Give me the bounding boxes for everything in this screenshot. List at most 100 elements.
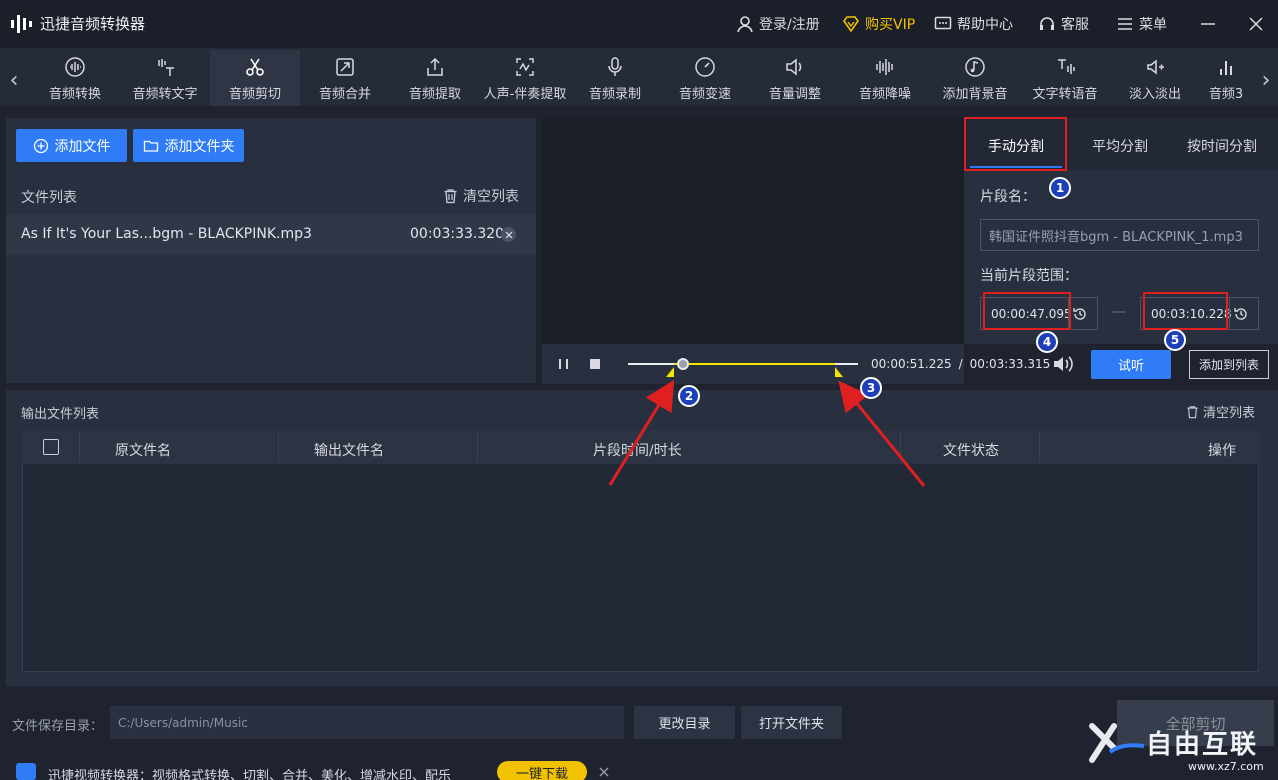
vocal-extract-icon (516, 58, 534, 76)
volume-button[interactable] (1052, 354, 1074, 374)
tool-1[interactable]: 音频转换 (30, 50, 120, 106)
promo-close-button[interactable] (598, 766, 610, 778)
volume-icon (786, 58, 802, 76)
selection-end-handle[interactable] (835, 367, 843, 377)
total-time: 00:03:33.315 (969, 357, 1051, 371)
buy-vip-button[interactable]: 购买VIP (842, 12, 915, 36)
highlight-box-range-end (1143, 292, 1228, 330)
tool-8[interactable]: 音频变速 (660, 50, 750, 106)
help-center-label: 帮助中心 (957, 17, 1013, 33)
scissors-icon (246, 58, 264, 76)
tool-14[interactable]: 音频3 (1200, 50, 1252, 106)
microphone-icon (608, 57, 622, 76)
watermark-logo-icon (1088, 722, 1148, 772)
promo-text: 迅捷视频转换器：视频格式转换、切割、合并、美化、增减水印、配乐 (48, 769, 452, 780)
tool-6[interactable]: 人声-伴奏提取 (480, 50, 570, 106)
change-dir-label: 更改目录 (658, 717, 711, 732)
pause-button[interactable] (556, 356, 572, 372)
plus-circle-icon (33, 138, 48, 153)
annotation-badge: 4 (1036, 331, 1058, 353)
add-file-label: 添加文件 (54, 138, 111, 155)
preview-area (542, 118, 964, 344)
toolbar-prev-button[interactable]: ‹ (4, 60, 24, 100)
app-title: 迅捷音频转换器 (40, 15, 146, 33)
tab-time-split-label: 按时间分割 (1187, 139, 1257, 155)
range-end-reset-button[interactable] (1232, 305, 1250, 323)
tool-7[interactable]: 音频录制 (570, 50, 660, 106)
save-dir-input[interactable]: C:/Users/admin/Music (110, 706, 624, 739)
arrow-to-start-handle (608, 380, 675, 486)
playhead-handle[interactable] (677, 358, 690, 370)
help-center-button[interactable]: 帮助中心 (934, 12, 1013, 36)
user-icon (737, 16, 753, 33)
pause-icon (559, 359, 568, 369)
close-icon (505, 231, 512, 238)
waveform-icon (65, 57, 85, 77)
add-folder-button[interactable]: 添加文件夹 (133, 129, 244, 162)
tool-13[interactable]: 淡入淡出 (1110, 50, 1200, 106)
minimize-button[interactable] (1198, 14, 1218, 34)
tool-label: 音量调整 (768, 87, 821, 102)
preview-listen-label: 试听 (1117, 359, 1144, 374)
promo-download-button[interactable]: 一键下载 (497, 761, 587, 780)
close-icon (1249, 17, 1263, 31)
tool-5[interactable]: 音频提取 (390, 50, 480, 106)
file-name: As If It's Your Las...bgm - BLACKPINK.mp… (21, 226, 312, 242)
merge-icon (336, 58, 354, 76)
tool-11[interactable]: 添加背景音 (930, 50, 1020, 106)
add-folder-label: 添加文件夹 (164, 138, 235, 155)
customer-service-button[interactable]: 客服 (1038, 12, 1089, 36)
segment-name-input[interactable]: 韩国证件照抖音bgm - BLACKPINK_1.mp3 (980, 219, 1259, 251)
menu-button[interactable]: 菜单 (1116, 12, 1167, 36)
clear-output-list-label: 清空列表 (1203, 406, 1256, 421)
current-time: 00:00:51.225 (871, 357, 952, 371)
headset-icon (1040, 17, 1054, 30)
vip-diamond-icon (843, 16, 859, 33)
annotation-badge: 3 (860, 377, 882, 399)
tool-9[interactable]: 音量调整 (750, 50, 840, 106)
login-button[interactable]: 登录/注册 (736, 12, 820, 36)
divider (79, 432, 80, 462)
stop-button[interactable] (587, 356, 603, 372)
clear-output-list-button[interactable]: 清空列表 (1186, 402, 1255, 421)
tool-10[interactable]: 音频降噪 (840, 50, 930, 106)
range-start-reset-button[interactable] (1071, 305, 1089, 323)
stop-icon (590, 359, 600, 369)
login-label: 登录/注册 (759, 17, 820, 33)
bars-icon (1220, 61, 1232, 75)
add-to-list-button[interactable]: 添加到列表 (1189, 350, 1269, 379)
close-button[interactable] (1246, 14, 1266, 34)
tool-4[interactable]: 音频合并 (300, 50, 390, 106)
speech-to-text-icon (158, 59, 174, 76)
column-file-status: 文件状态 (943, 443, 999, 459)
tool-12[interactable]: 文字转语音 (1020, 50, 1110, 106)
tool-label: 音频录制 (588, 87, 641, 102)
tab-average-split[interactable]: 平均分割 (1070, 124, 1170, 168)
remove-file-button[interactable] (501, 227, 516, 242)
preview-listen-button[interactable]: 试听 (1091, 350, 1171, 379)
history-icon (1073, 308, 1086, 320)
tab-time-split[interactable]: 按时间分割 (1172, 124, 1272, 168)
column-actions: 操作 (1208, 443, 1236, 459)
selection-start-handle[interactable] (666, 367, 674, 377)
annotation-badge: 1 (1049, 177, 1071, 199)
tool-3[interactable]: 音频剪切 (210, 50, 300, 106)
add-file-button[interactable]: 添加文件 (16, 129, 127, 162)
segment-name-value: 韩国证件照抖音bgm - BLACKPINK_1.mp3 (989, 229, 1243, 245)
tool-label: 音频转换 (48, 87, 101, 102)
tool-label: 音频剪切 (228, 87, 281, 102)
chat-bubble-icon (934, 16, 952, 30)
toolbar-next-button[interactable]: › (1256, 60, 1276, 100)
buy-vip-label: 购买VIP (865, 17, 916, 33)
change-dir-button[interactable]: 更改目录 (634, 706, 735, 739)
watermark-text: 自由互联 (1146, 730, 1259, 760)
divider (1229, 298, 1230, 329)
time-separator: / (958, 357, 963, 371)
clear-file-list-button[interactable]: 清空列表 (443, 186, 519, 206)
select-all-checkbox[interactable] (43, 439, 59, 455)
tool-2[interactable]: 音频转文字 (120, 50, 210, 106)
timeline-selection (674, 363, 835, 365)
promo-download-label: 一键下载 (515, 766, 568, 780)
timeline-slider[interactable] (628, 355, 858, 379)
open-folder-button[interactable]: 打开文件夹 (741, 706, 842, 739)
